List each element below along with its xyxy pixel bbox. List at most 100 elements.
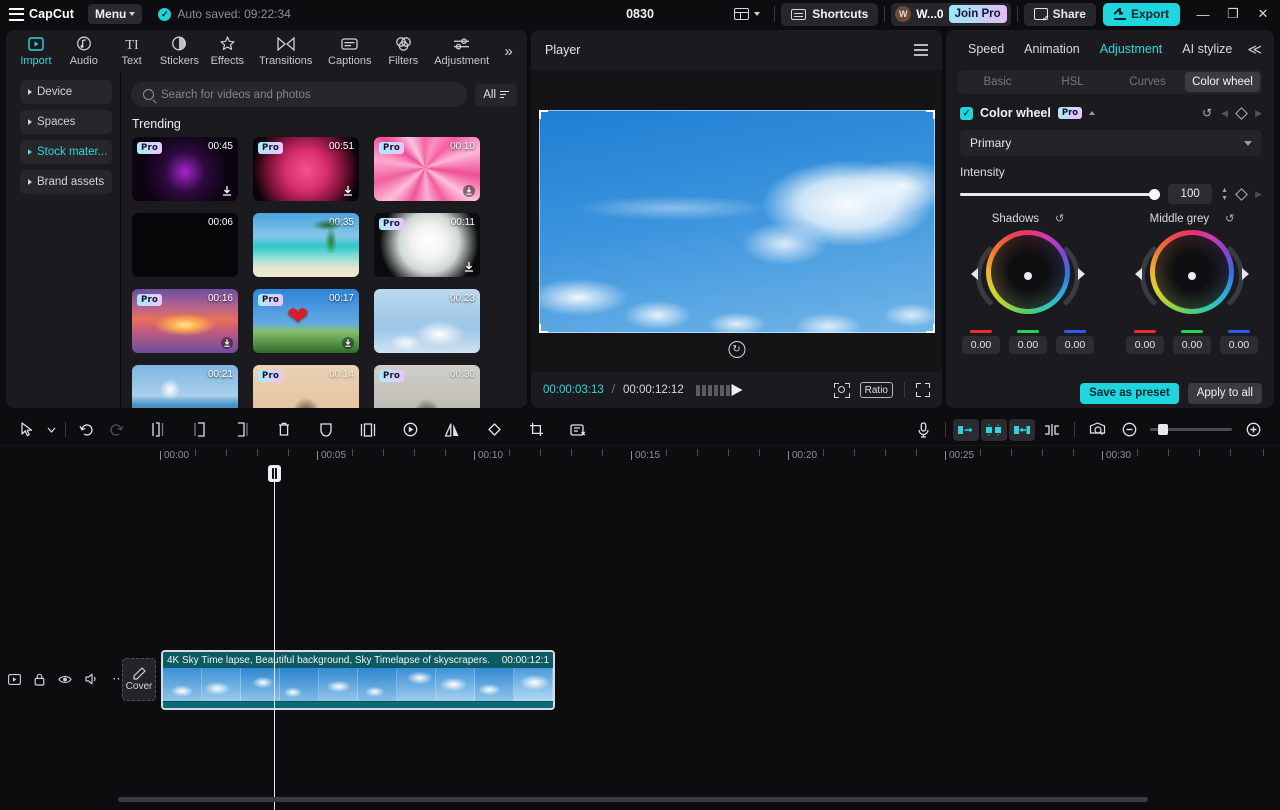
wheel-control[interactable] <box>982 230 1074 322</box>
tab-audio[interactable]: Audio <box>60 31 108 71</box>
media-item[interactable]: Pro 00:51 <box>253 137 359 201</box>
menu-button[interactable]: Menu <box>88 4 142 24</box>
trim-right-icon[interactable] <box>227 417 257 443</box>
download-icon[interactable] <box>462 184 475 197</box>
trim-marker-icon[interactable] <box>1037 417 1067 443</box>
timeline-horizontal-scrollbar[interactable] <box>118 797 1148 802</box>
media-item[interactable]: 00:06 <box>132 213 238 277</box>
auto-snap-icon[interactable] <box>981 419 1007 441</box>
wheel-increase-arrow[interactable] <box>1242 268 1249 280</box>
tab-adjustment[interactable]: Adjustment <box>427 31 496 71</box>
intensity-stepper[interactable]: ▲▼ <box>1221 187 1228 202</box>
undo-icon[interactable] <box>71 417 101 443</box>
tab-captions[interactable]: Captions <box>320 31 379 71</box>
handle-top-left[interactable] <box>539 110 548 119</box>
segment-curves[interactable]: Curves <box>1110 72 1185 92</box>
mask-icon[interactable] <box>311 417 341 443</box>
search-input[interactable]: Search for videos and photos <box>131 82 467 107</box>
wheel-center-handle[interactable] <box>1188 272 1196 280</box>
export-button[interactable]: Export <box>1103 3 1180 26</box>
save-as-preset-button[interactable]: Save as preset <box>1080 383 1179 404</box>
reset-icon[interactable]: ↺ <box>1202 106 1212 120</box>
keyframe-next-icon[interactable]: ▶ <box>1255 108 1262 119</box>
video-preview[interactable] <box>539 110 935 333</box>
volume-icon[interactable] <box>85 673 99 685</box>
hamburger-icon[interactable] <box>914 44 928 55</box>
select-tool-dropdown-icon[interactable] <box>42 417 60 443</box>
download-icon[interactable] <box>220 184 233 197</box>
keyframe-prev-icon[interactable]: ◀ <box>1221 108 1228 119</box>
sidebar-item-stock-materials[interactable]: Stock mater... <box>20 140 112 164</box>
track-type-icon[interactable] <box>8 674 21 685</box>
red-value-input[interactable]: 0.00 <box>962 336 1000 354</box>
media-item[interactable]: Pro 00:10 <box>374 137 480 201</box>
select-tool-icon[interactable] <box>12 417 42 443</box>
frames-icon[interactable] <box>696 385 730 396</box>
wheel-decrease-arrow[interactable] <box>971 268 978 280</box>
red-value-input[interactable]: 0.00 <box>1126 336 1164 354</box>
more-tabs-button[interactable]: » <box>496 31 521 71</box>
share-button[interactable]: Share <box>1024 3 1096 26</box>
handle-bottom-right[interactable] <box>926 324 935 333</box>
filter-all-button[interactable]: All <box>475 84 517 106</box>
tab-filters[interactable]: Filters <box>379 31 427 71</box>
intensity-slider[interactable] <box>960 193 1159 196</box>
tab-effects[interactable]: Effects <box>203 31 251 71</box>
download-icon[interactable] <box>220 336 233 349</box>
media-item[interactable]: 00:23 <box>374 289 480 353</box>
project-title[interactable]: 0830 <box>626 7 654 21</box>
maximize-button[interactable]: ❐ <box>1218 0 1248 28</box>
keyframe-next-icon[interactable]: ▶ <box>1255 189 1262 200</box>
rotate-icon[interactable]: ↻ <box>728 341 745 358</box>
tab-import[interactable]: Import <box>12 31 60 71</box>
blue-value-input[interactable]: 0.00 <box>1056 336 1094 354</box>
media-item[interactable]: Pro 00:14 <box>253 365 359 408</box>
collapse-panel-icon[interactable]: ≪ <box>1247 41 1262 58</box>
reset-icon[interactable]: ↺ <box>1225 212 1234 225</box>
apply-to-all-button[interactable]: Apply to all <box>1188 383 1262 404</box>
tab-text[interactable]: TI Text <box>108 31 156 71</box>
segment-color-wheel[interactable]: Color wheel <box>1185 72 1260 92</box>
preview-scale-icon[interactable] <box>1082 417 1112 443</box>
media-item[interactable]: Pro 00:30 <box>374 365 480 408</box>
color-wheel-mode-select[interactable]: Primary <box>960 130 1262 156</box>
download-icon[interactable] <box>341 184 354 197</box>
download-icon[interactable] <box>462 260 475 273</box>
media-item[interactable]: Pro 00:11 <box>374 213 480 277</box>
sidebar-item-brand-assets[interactable]: Brand assets <box>20 170 112 194</box>
media-item[interactable]: Pro 00:16 <box>132 289 238 353</box>
zoom-slider-knob[interactable] <box>1158 424 1168 435</box>
download-icon[interactable] <box>341 336 354 349</box>
speed-icon[interactable] <box>395 417 425 443</box>
trim-left-icon[interactable] <box>185 417 215 443</box>
user-account-chip[interactable]: W W...0 Join Pro <box>891 3 1010 26</box>
play-icon[interactable] <box>731 384 742 396</box>
remove-bg-icon[interactable] <box>563 417 593 443</box>
color-wheel-checkbox[interactable]: ✓ <box>960 107 973 120</box>
reset-icon[interactable]: ↺ <box>1055 212 1064 225</box>
layout-switch-button[interactable] <box>726 3 768 25</box>
wheel-increase-arrow[interactable] <box>1078 268 1085 280</box>
lock-icon[interactable] <box>34 673 45 686</box>
handle-bottom-left[interactable] <box>539 324 548 333</box>
tab-stickers[interactable]: Stickers <box>156 31 204 71</box>
ratio-button[interactable]: Ratio <box>860 382 893 398</box>
tab-speed[interactable]: Speed <box>958 42 1014 56</box>
minimize-button[interactable]: — <box>1188 0 1218 28</box>
tab-adjustment[interactable]: Adjustment <box>1090 42 1173 56</box>
zoom-in-icon[interactable] <box>1238 417 1268 443</box>
voiceover-icon[interactable] <box>908 417 938 443</box>
auto-cut-icon[interactable] <box>953 419 979 441</box>
timeline-ruler[interactable]: 00:00 00:05 00:10 00:15 00:20 00:25 00:3… <box>0 445 1280 467</box>
segment-basic[interactable]: Basic <box>960 72 1035 92</box>
handle-top-right[interactable] <box>926 110 935 119</box>
keyframe-icon[interactable] <box>1235 107 1248 120</box>
close-button[interactable]: ✕ <box>1248 0 1278 28</box>
intensity-value-input[interactable]: 100 <box>1168 184 1212 204</box>
media-item[interactable]: Pro 00:45 <box>132 137 238 201</box>
green-value-input[interactable]: 0.00 <box>1173 336 1211 354</box>
mirror-icon[interactable] <box>437 417 467 443</box>
segment-hsl[interactable]: HSL <box>1035 72 1110 92</box>
slider-knob[interactable] <box>1149 189 1160 200</box>
zoom-out-icon[interactable] <box>1114 417 1144 443</box>
